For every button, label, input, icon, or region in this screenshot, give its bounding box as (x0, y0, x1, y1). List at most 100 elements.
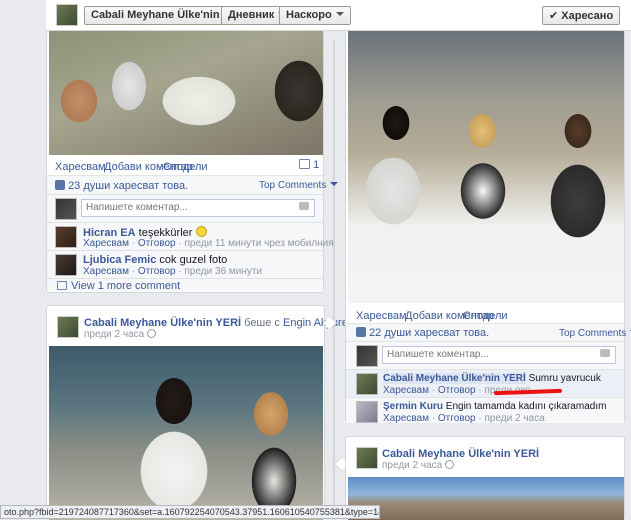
dot-separator: · (158, 161, 162, 173)
comment-text: cok guzel foto (159, 254, 228, 266)
likes-summary: 22 души харесват това. (356, 327, 489, 339)
comment-bubble-icon (299, 159, 310, 169)
comment-reply-link[interactable]: Отговор (438, 385, 476, 396)
globe-icon (146, 329, 156, 338)
commenter-avatar[interactable] (55, 226, 77, 248)
comment-reply-link[interactable]: Отговор (438, 413, 476, 424)
post1-feedback: 23 души харесват това. Top Comments Напи… (47, 175, 339, 292)
post-photo-table[interactable] (49, 31, 323, 155)
dot-separator: · (400, 310, 404, 322)
top-comments-dropdown[interactable]: Top Comments (559, 328, 631, 339)
comment-reply-link[interactable]: Отговор (138, 238, 176, 249)
post-timestamp[interactable]: преди 2 часа (382, 460, 454, 471)
check-icon: ✔ (549, 10, 559, 22)
like-link[interactable]: Харесвам (55, 161, 106, 173)
post-author-link[interactable]: Cabali Meyhane Ülke'nin YERİ (382, 448, 539, 460)
post-author-link[interactable]: Cabali Meyhane Ülke'nin YERİ (84, 317, 241, 329)
comment-meta: Харесвам · Отговор · преди 11 минути чре… (83, 238, 334, 249)
status-url: oto.php?fbid=219724087717360&set=a.16079… (4, 507, 379, 517)
comment-count[interactable]: 1 (299, 159, 319, 171)
likes-count-text[interactable]: 23 души харесват това. (68, 180, 188, 192)
post-author-avatar[interactable] (356, 447, 378, 469)
share-link[interactable]: Сподели (463, 310, 508, 322)
tagged-person-link[interactable]: Engin Akyurek (283, 317, 353, 329)
top-comments-label: Top Comments (559, 328, 627, 339)
liked-button[interactable]: ✔ Харесано (542, 6, 621, 25)
timeline-header-bar: Cabali Meyhane Ülke'nin YERİ Дневник Нас… (46, 0, 631, 31)
comment-body: Cabali Meyhane Ülke'nin YERİ Sumru yavru… (383, 373, 601, 384)
post-card-2: Cabali Meyhane Ülke'nin YERİ беше с Engi… (46, 305, 356, 520)
dot-separator: · (99, 161, 103, 173)
post-author-avatar[interactable] (57, 316, 79, 338)
commenter-avatar[interactable] (356, 401, 378, 423)
comment-like-link[interactable]: Харесвам (83, 266, 129, 277)
comment-reply-link[interactable]: Отговор (138, 266, 176, 277)
comment-meta: Харесвам · Отговор · преди 36 минути (83, 266, 263, 277)
comment-text: Engin tamamda kadını çıkaramadım (445, 401, 607, 412)
thumbs-up-icon (356, 327, 366, 337)
post-card-3: Харесвам · Добави коментар · Сподели 22 … (345, 31, 631, 424)
comment-input-placeholder: Напишете коментар... (387, 349, 489, 360)
comment-author[interactable]: Cabali Meyhane Ülke'nin YERİ (383, 373, 526, 384)
smiley-icon (195, 226, 207, 237)
likes-count-text[interactable]: 22 души харесват това. (369, 327, 489, 339)
viewer-avatar (55, 198, 77, 220)
chevron-down-icon (335, 12, 344, 16)
comment-count-value: 1 (313, 159, 320, 171)
thumbs-up-icon (55, 180, 65, 190)
post-card-1: Харесвам · Добави коментар · Сподели 1 2… (46, 31, 339, 293)
camera-icon[interactable] (299, 202, 309, 210)
page-avatar[interactable] (56, 4, 78, 26)
top-comments-dropdown[interactable]: Top Comments (259, 180, 339, 191)
comment-time[interactable]: преди 36 минути (184, 266, 262, 277)
comment-like-link[interactable]: Харесвам (383, 385, 429, 396)
comment-input[interactable]: Напишете коментар... (81, 199, 315, 217)
chevron-down-icon (330, 182, 339, 186)
commenter-avatar[interactable] (55, 254, 77, 276)
comment-author[interactable]: Ljubica Femic (83, 254, 156, 266)
diary-label: Дневник (228, 9, 275, 21)
comment-input[interactable]: Напишете коментар... (382, 346, 616, 364)
timeline-spine (333, 40, 335, 519)
comment-composer: Напишете коментар... (346, 341, 624, 369)
with-text: беше с (244, 317, 280, 329)
comment-input-placeholder: Напишете коментар... (86, 202, 188, 213)
post-card-4: Cabali Meyhane Ülke'nin YERİ преди 2 час… (345, 436, 625, 520)
comment-item: Şermin Kuru Engin tamamda kadını çıkaram… (346, 397, 624, 424)
comment-body: Ljubica Femic cok guzel foto (83, 254, 227, 266)
post-photo-castle[interactable] (348, 477, 624, 520)
comment-item: Hicran EA teşekkürler Харесвам · Отговор… (47, 222, 334, 250)
browser-status-bar: oto.php?fbid=219724087717360&set=a.16079… (0, 505, 380, 519)
recent-label: Наскоро (286, 9, 332, 21)
post3-feedback: 22 души харесват това. Top Comments Напи… (346, 323, 631, 424)
comment-body: Şermin Kuru Engin tamamda kadını çıkaram… (383, 401, 606, 412)
comment-composer: Напишете коментар... (47, 194, 323, 222)
comment-meta: Харесвам · Отговор · преди 2 часа (383, 413, 545, 424)
liked-label: Харесано (561, 10, 614, 22)
recent-dropdown[interactable]: Наскоро (279, 6, 351, 25)
comment-text: Sumru yavrucuk (528, 373, 601, 384)
comment-author[interactable]: Şermin Kuru (383, 401, 443, 412)
post-header-line: Cabali Meyhane Ülke'nin YERİ беше с Engi… (84, 317, 356, 329)
view-more-comments-row: View 1 more comment (47, 278, 323, 292)
post-photo-group[interactable] (49, 346, 323, 520)
comment-time[interactable]: преди 11 минути чрез мобилния (184, 238, 333, 249)
globe-icon (444, 460, 454, 469)
top-comments-label: Top Comments (259, 180, 327, 191)
post-time-label: преди 2 часа (84, 329, 145, 340)
post-timestamp[interactable]: преди 2 часа (84, 329, 156, 340)
comment-time[interactable]: преди 2 часа (484, 413, 544, 424)
comment-like-link[interactable]: Харесвам (83, 238, 129, 249)
comment-like-link[interactable]: Харесвам (383, 413, 429, 424)
comment-item: Ljubica Femic cok guzel foto Харесвам · … (47, 250, 323, 278)
viewer-avatar (356, 345, 378, 367)
commenter-avatar[interactable] (356, 373, 378, 395)
comment-item: Cabali Meyhane Ülke'nin YERİ Sumru yavru… (346, 369, 624, 397)
camera-icon[interactable] (600, 349, 610, 357)
share-link[interactable]: Сподели (163, 161, 208, 173)
view-more-comments-label: View 1 more comment (71, 280, 181, 292)
likes-summary: 23 души харесват това. (55, 180, 188, 192)
like-link[interactable]: Харесвам (356, 310, 407, 322)
view-more-comments-link[interactable]: View 1 more comment (57, 280, 180, 292)
post-photo-group-sea[interactable] (348, 31, 624, 303)
